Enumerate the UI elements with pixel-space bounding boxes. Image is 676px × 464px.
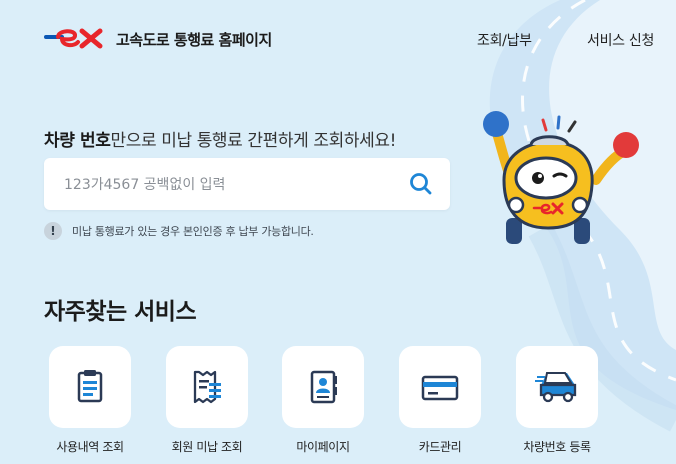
receipt-icon bbox=[193, 370, 221, 404]
nav-service-application[interactable]: 서비스 신청 bbox=[587, 30, 654, 50]
search-box bbox=[44, 158, 450, 212]
service-usage-history[interactable]: 사용내역 조회 bbox=[49, 346, 131, 454]
car-mascot-icon bbox=[483, 111, 639, 244]
service-label: 차량번호 등록 bbox=[523, 440, 591, 454]
exclamation-icon: ! bbox=[44, 222, 62, 240]
frequent-services-title: 자주찾는 서비스 bbox=[44, 299, 197, 325]
service-label: 회원 미납 조회 bbox=[171, 440, 243, 454]
header: 고속도로 통행료 홈페이지 조회/납부 서비스 신청 bbox=[0, 0, 676, 76]
notice: ! 미납 통행료가 있는 경우 본인인증 후 납부 가능합니다. bbox=[44, 222, 314, 240]
search-icon bbox=[410, 173, 432, 195]
service-card-management[interactable]: 카드관리 bbox=[399, 346, 481, 454]
service-mypage[interactable]: 마이페이지 bbox=[282, 346, 364, 454]
plate-number-input[interactable] bbox=[62, 158, 396, 212]
credit-card-icon bbox=[421, 375, 459, 401]
headline-bold: 차량 번호 bbox=[44, 131, 111, 151]
car-icon bbox=[535, 372, 577, 403]
service-vehicle-register[interactable]: 차량번호 등록 bbox=[516, 346, 598, 454]
profile-book-icon bbox=[310, 370, 337, 404]
site-title[interactable]: 고속도로 통행료 홈페이지 bbox=[116, 29, 272, 50]
search-button[interactable] bbox=[408, 171, 434, 197]
service-label: 사용내역 조회 bbox=[56, 440, 124, 454]
ex-logo[interactable] bbox=[44, 26, 108, 54]
clipboard-list-icon bbox=[77, 370, 103, 403]
hero-headline: 차량 번호만으로 미납 통행료 간편하게 조회하세요! bbox=[44, 126, 396, 151]
nav-inquiry-payment[interactable]: 조회/납부 bbox=[477, 30, 532, 50]
notice-text: 미납 통행료가 있는 경우 본인인증 후 납부 가능합니다. bbox=[72, 225, 314, 238]
service-member-unpaid[interactable]: 회원 미납 조회 bbox=[166, 346, 248, 454]
headline-rest: 만으로 미납 통행료 간편하게 조회하세요! bbox=[110, 131, 396, 151]
service-label: 마이페이지 bbox=[296, 440, 350, 454]
service-label: 카드관리 bbox=[418, 440, 462, 454]
